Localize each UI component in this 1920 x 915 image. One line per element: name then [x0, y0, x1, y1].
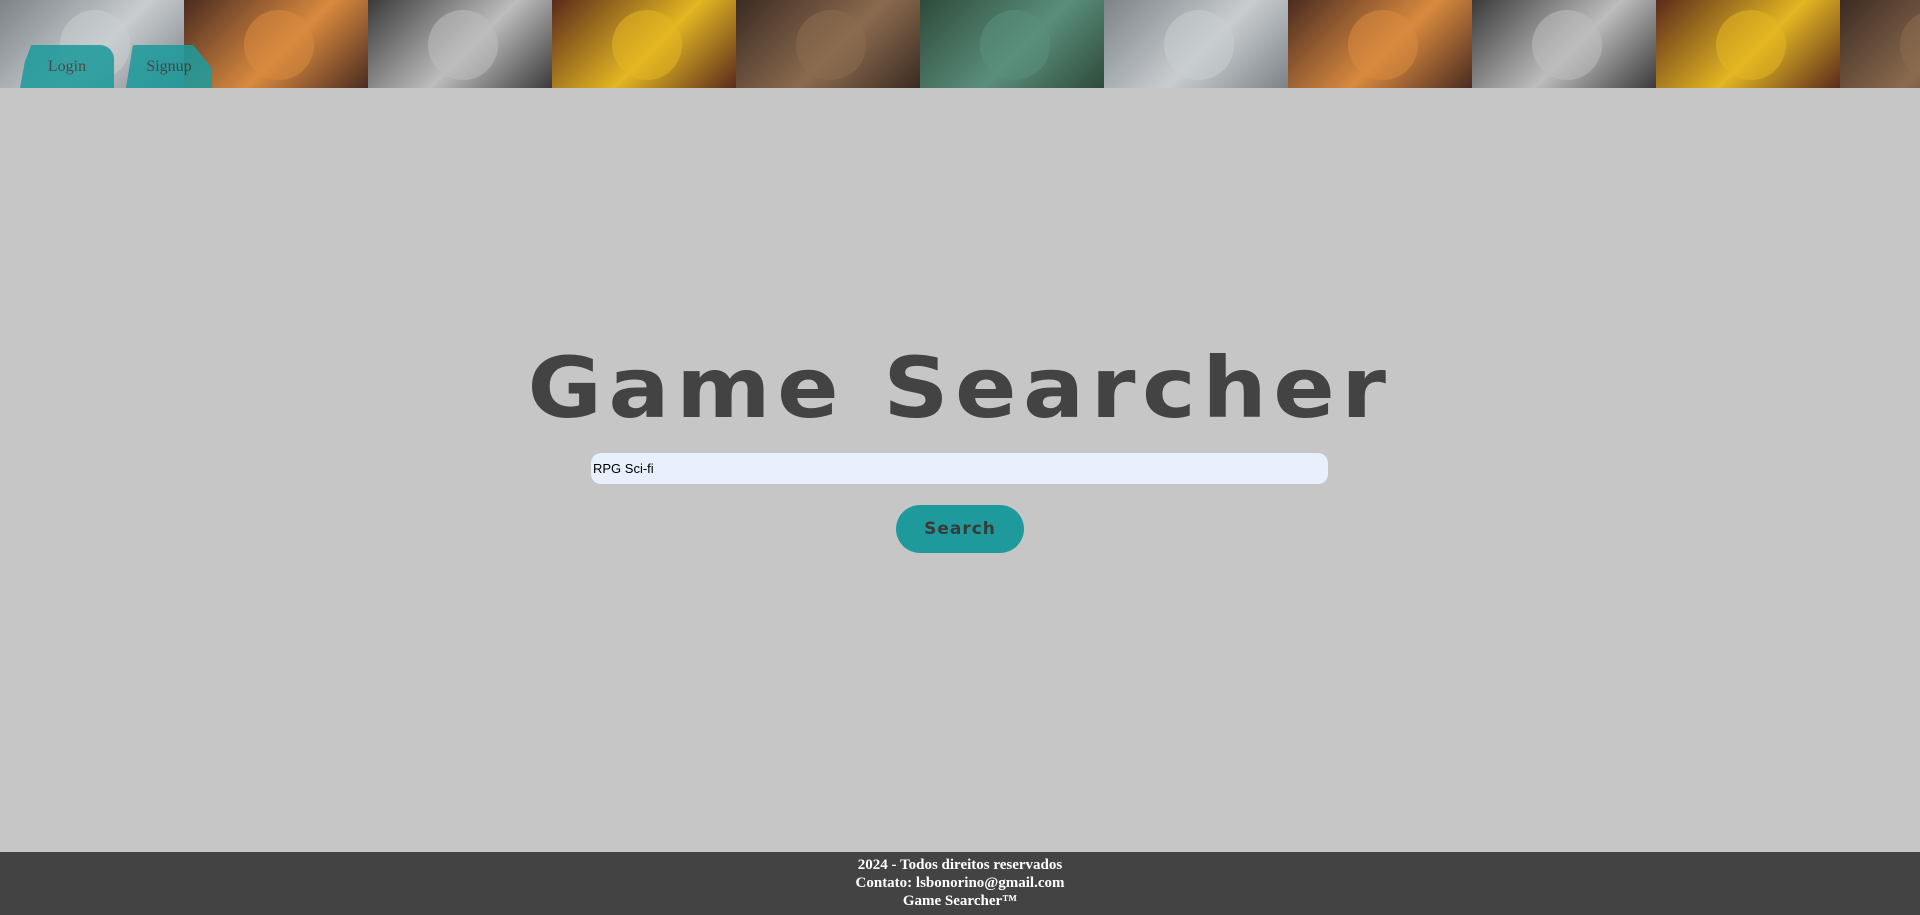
monochrome-group-game-cover: [1472, 0, 1656, 88]
yellow-character-game-cover: [1656, 0, 1840, 88]
search-input[interactable]: [591, 453, 1328, 484]
yakuza-game-cover: [736, 0, 920, 88]
dragon-map-game-cover: [920, 0, 1104, 88]
fire-hero-game-cover: [1288, 0, 1472, 88]
game-cover-banner: [0, 0, 1920, 88]
yellow-character-game-cover: [552, 0, 736, 88]
footer-copyright: 2024 - Todos direitos reservados: [857, 857, 1063, 873]
robot-game-cover: [1104, 0, 1288, 88]
monochrome-group-game-cover: [368, 0, 552, 88]
search-button[interactable]: Search: [896, 505, 1024, 553]
footer-brand: Game Searcher™: [902, 893, 1018, 909]
yakuza-game-cover: [1840, 0, 1920, 88]
page-title: Game Searcher: [527, 339, 1393, 437]
footer-contact: Contato: lsbonorino@gmail.com: [855, 875, 1065, 891]
footer: 2024 - Todos direitos reservados Contato…: [0, 852, 1920, 915]
login-tab[interactable]: Login: [20, 45, 114, 88]
